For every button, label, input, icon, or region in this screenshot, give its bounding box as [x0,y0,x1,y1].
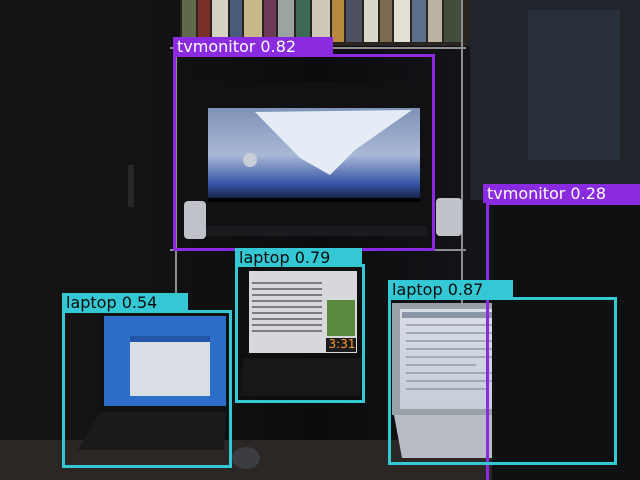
laptop-detection-label: laptop 0.87 [388,280,513,299]
tvmonitor-detection-box [173,54,435,251]
detection-scene: 3:31 tvmonitor 0.82 tvmonitor 0.28 lapto… [0,0,640,480]
mouse [232,447,260,469]
laptop-detection-label: laptop 0.79 [235,248,362,267]
tvmonitor-detection-label: tvmonitor 0.82 [173,37,333,56]
hanging-basket [528,10,620,160]
laptop-detection-box [235,264,365,403]
cabinet-handle [128,165,134,207]
tvmonitor-detection-label: tvmonitor 0.28 [483,184,640,203]
speaker-right [436,198,462,236]
laptop-detection-box [388,297,617,465]
laptop-detection-label: laptop 0.54 [62,293,188,312]
laptop-detection-box [62,310,232,468]
